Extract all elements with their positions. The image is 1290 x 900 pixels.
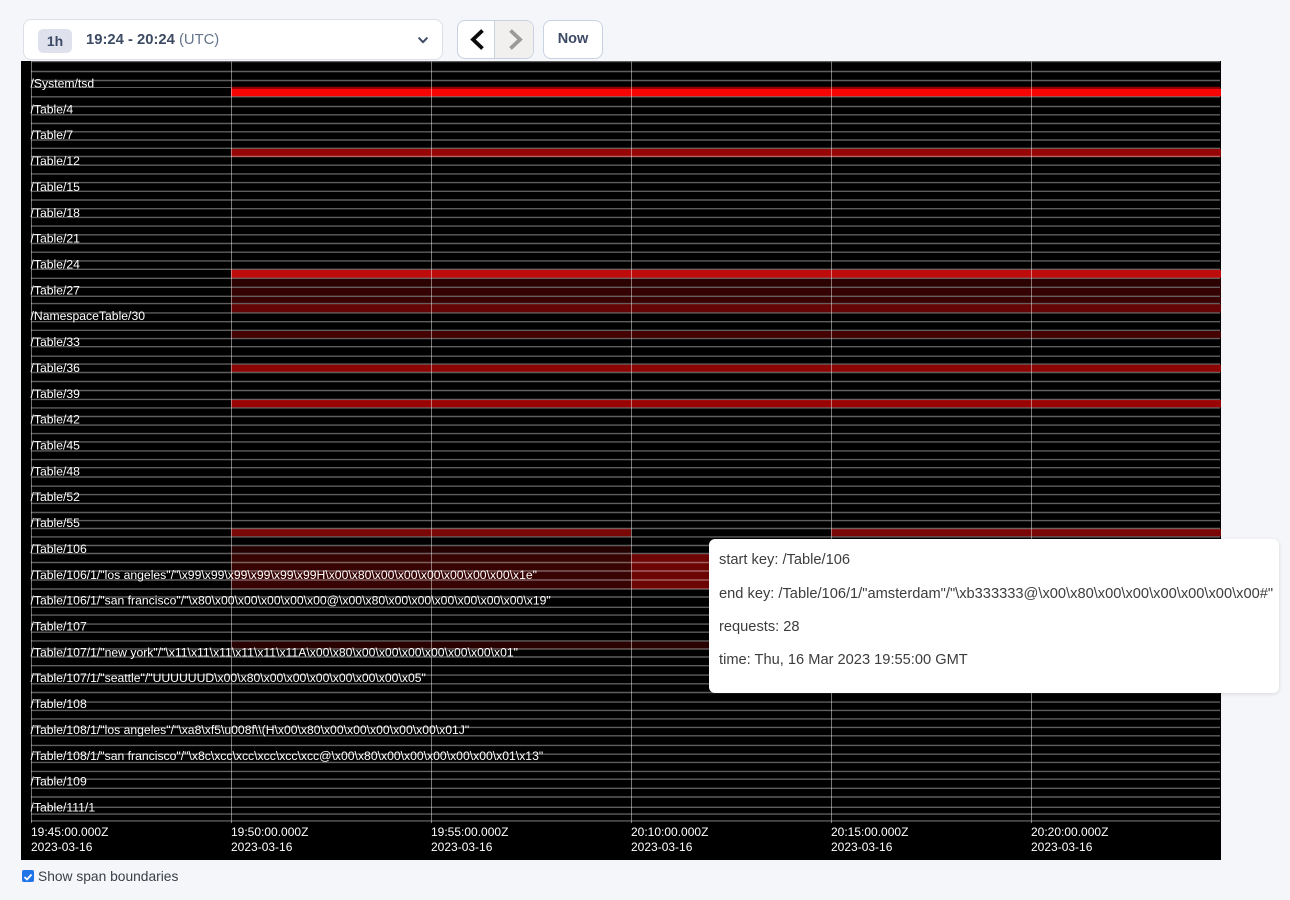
svg-text:20:10:00.000Z: 20:10:00.000Z (631, 825, 708, 839)
svg-text:/Table/111/1: /Table/111/1 (31, 801, 96, 815)
svg-text:/Table/21: /Table/21 (31, 232, 81, 246)
svg-text:/Table/4: /Table/4 (31, 102, 74, 116)
svg-text:/Table/45: /Table/45 (31, 439, 81, 453)
svg-text:/Table/109: /Table/109 (31, 775, 87, 789)
svg-text:19:55:00.000Z: 19:55:00.000Z (431, 825, 508, 839)
svg-text:/Table/108: /Table/108 (31, 697, 87, 711)
svg-text:/Table/106: /Table/106 (31, 542, 87, 556)
svg-text:2023-03-16: 2023-03-16 (31, 840, 93, 854)
svg-text:19:45:00.000Z: 19:45:00.000Z (31, 825, 108, 839)
svg-text:/Table/107/1/"seattle"/"UUUUUU: /Table/107/1/"seattle"/"UUUUUUD\x00\x80\… (31, 671, 426, 685)
svg-text:/Table/106/1/"san francisco"/": /Table/106/1/"san francisco"/"\x80\x00\x… (31, 594, 551, 608)
svg-text:20:20:00.000Z: 20:20:00.000Z (1031, 825, 1108, 839)
svg-text:/Table/48: /Table/48 (31, 464, 81, 478)
svg-text:/Table/108/1/"san francisco"/": /Table/108/1/"san francisco"/"\x8c\xcc\x… (31, 749, 544, 763)
svg-text:20:15:00.000Z: 20:15:00.000Z (831, 825, 908, 839)
svg-text:/Table/36: /Table/36 (31, 361, 81, 375)
svg-text:/Table/15: /Table/15 (31, 180, 81, 194)
svg-text:/Table/24: /Table/24 (31, 258, 81, 272)
svg-text:2023-03-16: 2023-03-16 (231, 840, 293, 854)
svg-text:/Table/108/1/"los angeles"/"\x: /Table/108/1/"los angeles"/"\xa8\xf5\u00… (31, 723, 470, 737)
svg-text:/Table/27: /Table/27 (31, 283, 81, 297)
svg-text:/Table/42: /Table/42 (31, 413, 81, 427)
svg-text:/Table/7: /Table/7 (31, 128, 74, 142)
svg-text:/Table/55: /Table/55 (31, 516, 81, 530)
svg-text:/Table/18: /Table/18 (31, 206, 81, 220)
svg-text:2023-03-16: 2023-03-16 (431, 840, 493, 854)
svg-text:/Table/12: /Table/12 (31, 154, 81, 168)
svg-text:/NamespaceTable/30: /NamespaceTable/30 (31, 309, 146, 323)
svg-text:/Table/107/1/"new york"/"\x11\: /Table/107/1/"new york"/"\x11\x11\x11\x1… (31, 645, 519, 659)
svg-text:/Table/39: /Table/39 (31, 387, 81, 401)
svg-text:19:50:00.000Z: 19:50:00.000Z (231, 825, 308, 839)
svg-text:/Table/52: /Table/52 (31, 490, 81, 504)
svg-text:2023-03-16: 2023-03-16 (631, 840, 693, 854)
svg-text:/Table/107: /Table/107 (31, 620, 87, 634)
svg-text:/Table/106/1/"los angeles"/"\x: /Table/106/1/"los angeles"/"\x99\x99\x99… (31, 568, 537, 582)
svg-text:2023-03-16: 2023-03-16 (831, 840, 893, 854)
svg-text:/System/tsd: /System/tsd (31, 77, 95, 91)
svg-text:/Table/33: /Table/33 (31, 335, 81, 349)
svg-text:2023-03-16: 2023-03-16 (1031, 840, 1093, 854)
